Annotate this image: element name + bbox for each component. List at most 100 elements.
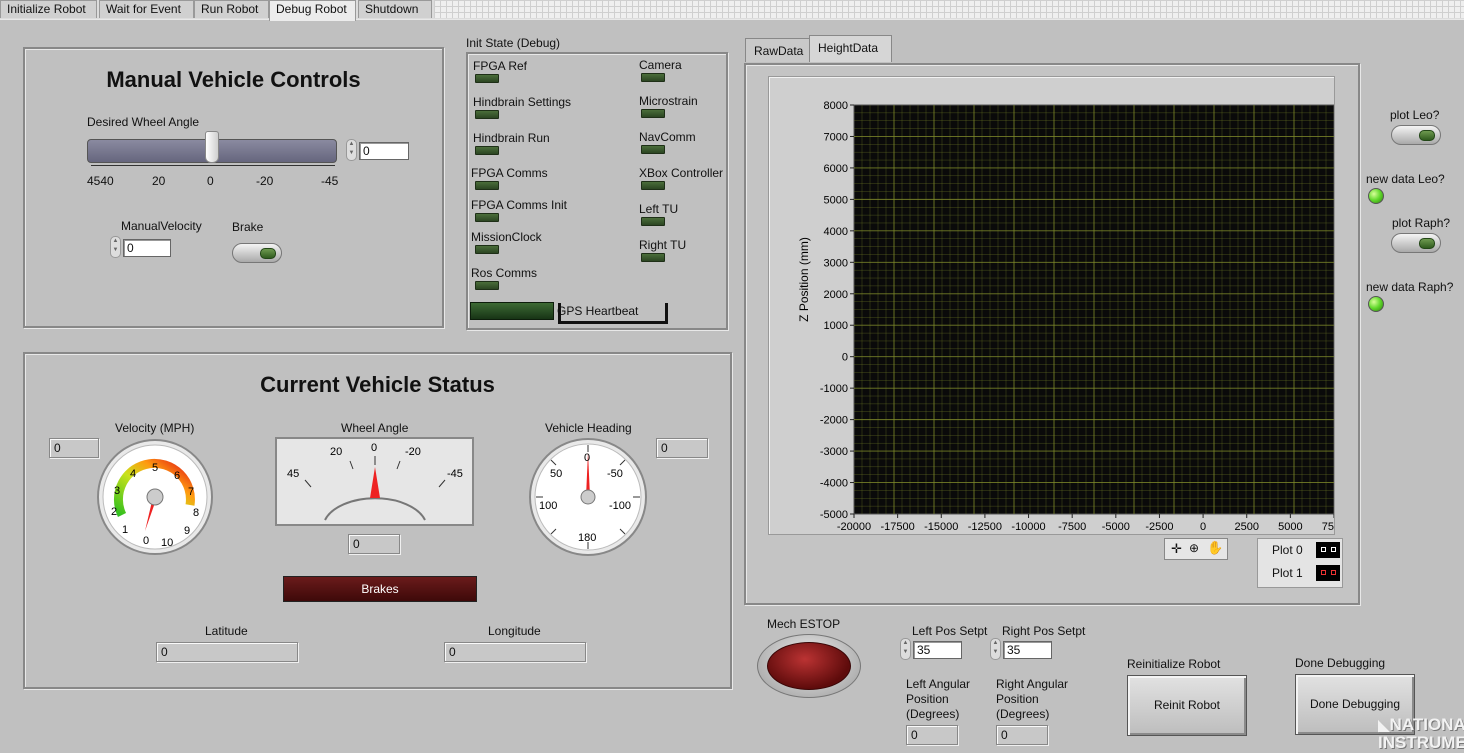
manual-velocity-label: ManualVelocity xyxy=(121,219,202,233)
manual-controls-group: Manual Vehicle Controls Desired Wheel An… xyxy=(23,47,444,328)
manual-controls-title: Manual Vehicle Controls xyxy=(106,67,361,92)
new-data-raph-label: new data Raph? xyxy=(1366,280,1454,294)
latitude-label: Latitude xyxy=(205,624,248,638)
brake-toggle[interactable] xyxy=(232,243,282,263)
new-data-raph-led xyxy=(1368,296,1384,312)
velocity-tick: 8 xyxy=(193,507,199,519)
init-label-right-tu: Right TU xyxy=(639,238,687,252)
tab-heightdata[interactable]: HeightData xyxy=(809,35,892,62)
y-tick-label: -4000 xyxy=(820,478,848,490)
tab-run-robot[interactable]: Run Robot xyxy=(194,0,269,18)
y-tick-label: 4000 xyxy=(824,226,848,238)
gps-heartbeat-led xyxy=(470,302,554,320)
tab-shutdown[interactable]: Shutdown xyxy=(358,0,432,18)
brake-label: Brake xyxy=(232,220,264,234)
velocity-tick: 4 xyxy=(130,468,136,480)
init-state-group: FPGA Ref Hindbrain Settings Hindbrain Ru… xyxy=(466,52,728,330)
velocity-tick: 9 xyxy=(184,525,190,537)
y-tick-label: 2000 xyxy=(824,289,848,301)
led-missionclock xyxy=(475,245,499,254)
crosshair-icon[interactable]: ✛ xyxy=(1171,541,1182,557)
plot-leo-toggle[interactable] xyxy=(1391,125,1441,145)
manual-velocity-spinner[interactable]: ▲ ▼ xyxy=(110,236,121,258)
vehicle-status-title: Current Vehicle Status xyxy=(260,372,495,397)
init-label-ros-comms: Ros Comms xyxy=(471,266,538,280)
heading-tick: 100 xyxy=(539,500,557,512)
led-fpga-comms xyxy=(475,181,499,190)
init-label-fpga-ref: FPGA Ref xyxy=(473,59,528,73)
pan-hand-icon[interactable]: ✋ xyxy=(1207,540,1223,556)
wheel-angle-spinner[interactable]: ▲ ▼ xyxy=(346,139,357,161)
tab-wait-for-event[interactable]: Wait for Event xyxy=(99,0,194,18)
wheel-tick: -45 xyxy=(447,468,463,480)
right-pos-spinner[interactable]: ▲ ▼ xyxy=(990,638,1001,660)
height-data-chart[interactable]: 8000 7000 6000 5000 4000 3000 2000 1000 0 -1000 -2… xyxy=(768,76,1334,534)
led-navcomm xyxy=(641,145,665,154)
left-pos-setpt-label: Left Pos Setpt xyxy=(912,624,988,638)
x-tick-label: -7500 xyxy=(1058,521,1086,533)
left-pos-spinner[interactable]: ▲ ▼ xyxy=(900,638,911,660)
y-tick-label: -2000 xyxy=(820,415,848,427)
heading-tick: -50 xyxy=(607,468,623,480)
right-angular-position-label: Right Angular Position (Degrees) xyxy=(996,677,1069,721)
longitude-readout: 0 xyxy=(444,642,586,662)
tab-rawdata[interactable]: RawData xyxy=(745,38,810,62)
velocity-tick: 1 xyxy=(122,524,128,536)
mech-estop-button[interactable] xyxy=(767,642,851,690)
left-pos-setpt-input[interactable]: 35 xyxy=(913,641,962,659)
heading-readout: 0 xyxy=(656,438,708,458)
legend-plot-0[interactable]: Plot 0 xyxy=(1272,543,1303,557)
plot-raph-toggle[interactable] xyxy=(1391,233,1441,253)
wheel-angle-input[interactable]: 0 xyxy=(359,142,409,160)
reinitialize-robot-label: Reinitialize Robot xyxy=(1127,657,1221,671)
ni-logo-text: NATIONAL INSTRUMENTS xyxy=(1378,716,1464,752)
x-tick-label: 0 xyxy=(1200,521,1206,533)
led-ros-comms xyxy=(475,281,499,290)
x-tick-label: -5000 xyxy=(1102,521,1130,533)
zoom-icon[interactable]: ⊕ xyxy=(1189,541,1199,555)
right-pos-setpt-label: Right Pos Setpt xyxy=(1002,624,1086,638)
x-tick-label: -12500 xyxy=(968,521,1002,533)
x-tick-label: -10000 xyxy=(1011,521,1045,533)
velocity-tick: 6 xyxy=(174,470,180,482)
reinit-robot-button[interactable]: Reinit Robot xyxy=(1127,675,1247,736)
plot-raph-label: plot Raph? xyxy=(1392,216,1451,230)
init-label-camera: Camera xyxy=(639,58,682,72)
left-angular-position-readout: 0 xyxy=(906,725,958,745)
init-label-missionclock: MissionClock xyxy=(471,230,542,244)
y-tick-label: 1000 xyxy=(824,320,848,332)
velocity-tick: 10 xyxy=(161,537,173,549)
init-label-hindbrain-run: Hindbrain Run xyxy=(473,131,550,145)
plot-legend: Plot 0 Plot 1 xyxy=(1257,538,1343,588)
led-hindbrain-run xyxy=(475,146,499,155)
graph-palette: ✛ ⊕ ✋ xyxy=(1164,538,1228,560)
y-tick-label: 5000 xyxy=(824,194,848,206)
init-label-hindbrain-settings: Hindbrain Settings xyxy=(473,95,572,109)
plot-leo-label: plot Leo? xyxy=(1390,108,1440,122)
tab-initialize-robot[interactable]: Initialize Robot xyxy=(0,0,97,18)
x-tick-label: -20000 xyxy=(837,521,871,533)
right-pos-setpt-input[interactable]: 35 xyxy=(1003,641,1052,659)
led-fpga-ref xyxy=(475,74,499,83)
heading-tick: -100 xyxy=(609,500,631,512)
right-angular-position-readout: 0 xyxy=(996,725,1048,745)
wheel-angle-meter-label: Wheel Angle xyxy=(341,421,409,435)
gps-heartbeat-label: GPS Heartbeat xyxy=(557,304,639,318)
manual-velocity-input[interactable]: 0 xyxy=(123,239,171,257)
slider-tick: -45 xyxy=(321,174,339,188)
longitude-label: Longitude xyxy=(488,624,541,638)
new-data-leo-label: new data Leo? xyxy=(1366,172,1445,186)
led-left-tu xyxy=(641,217,665,226)
slider-thumb[interactable] xyxy=(205,131,219,163)
y-tick-label: 6000 xyxy=(824,163,848,175)
x-tick-label: -2500 xyxy=(1145,521,1173,533)
brakes-indicator: Brakes xyxy=(283,576,477,602)
debug-robot-panel: Manual Vehicle Controls Desired Wheel An… xyxy=(0,19,1464,753)
led-camera xyxy=(641,73,665,82)
slider-tick: 20 xyxy=(152,174,166,188)
x-tick-label: -17500 xyxy=(881,521,915,533)
velocity-gauge: 0 1 2 3 4 5 6 7 8 9 10 xyxy=(97,439,213,555)
legend-plot-1[interactable]: Plot 1 xyxy=(1272,566,1303,580)
x-tick-label: -15000 xyxy=(924,521,958,533)
tab-debug-robot[interactable]: Debug Robot xyxy=(269,0,356,21)
